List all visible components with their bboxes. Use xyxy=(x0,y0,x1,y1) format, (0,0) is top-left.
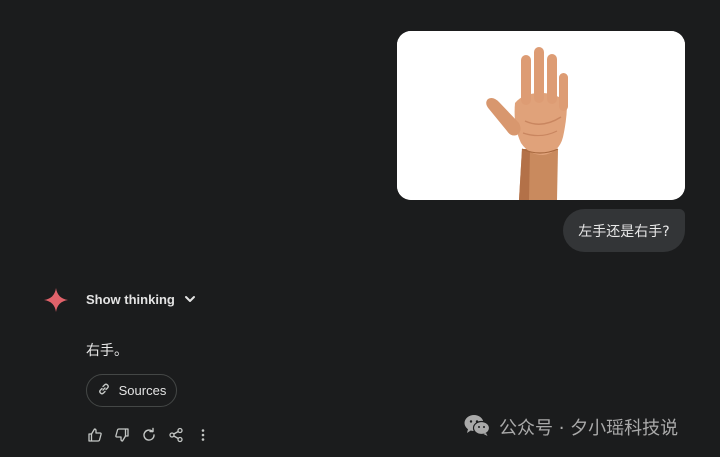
chevron-down-icon xyxy=(183,292,197,306)
refresh-icon[interactable] xyxy=(140,426,158,444)
more-vert-icon[interactable] xyxy=(194,426,212,444)
thumbs-down-icon[interactable] xyxy=(113,426,131,444)
user-message-bubble: 左手还是右手? xyxy=(563,209,685,252)
wechat-icon xyxy=(463,413,491,442)
response-actions xyxy=(86,426,221,444)
gemini-spark-icon xyxy=(43,287,69,313)
wechat-watermark: 公众号 · 夕小瑶科技说 xyxy=(463,414,678,440)
show-thinking-toggle[interactable]: Show thinking xyxy=(86,289,197,309)
user-message-text: 左手还是右手? xyxy=(578,223,670,240)
hand-illustration xyxy=(397,31,685,200)
sources-label: Sources xyxy=(118,383,167,398)
link-icon xyxy=(97,382,111,399)
show-thinking-label: Show thinking xyxy=(86,291,175,307)
sources-button[interactable]: Sources xyxy=(86,374,177,407)
uploaded-hand-image[interactable] xyxy=(397,31,685,200)
share-icon[interactable] xyxy=(167,426,185,444)
watermark-text: 公众号 · 夕小瑶科技说 xyxy=(499,418,679,439)
thumbs-up-icon[interactable] xyxy=(86,426,104,444)
response-text: 右手。 xyxy=(86,343,128,359)
